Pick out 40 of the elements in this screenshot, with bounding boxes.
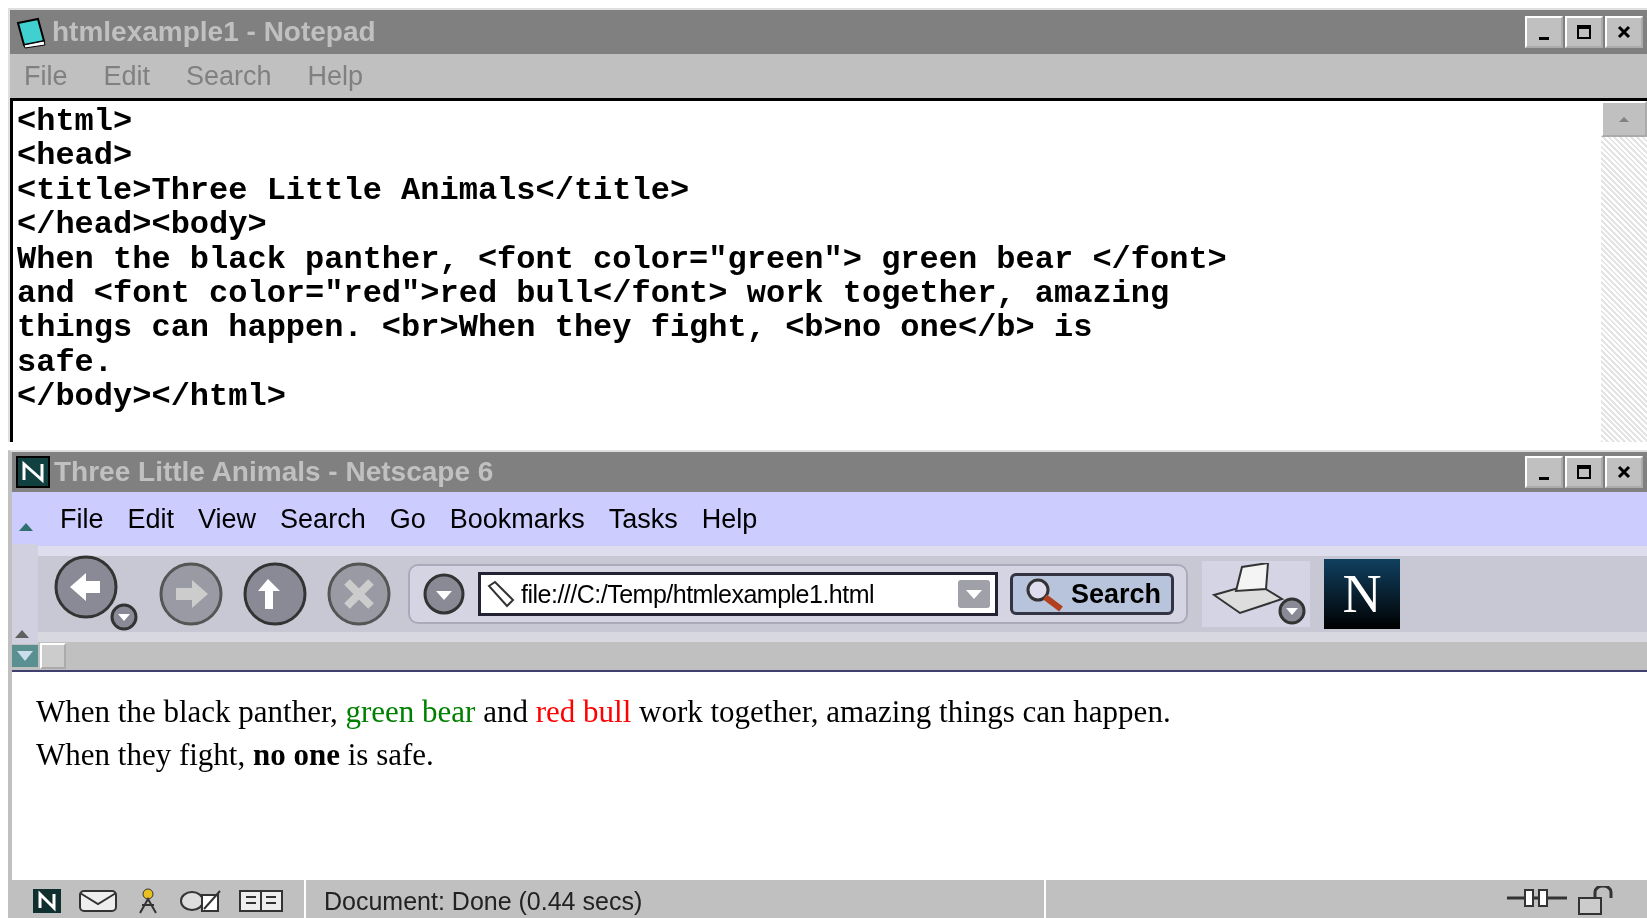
url-field[interactable]: file:///C:/Temp/htmlexample1.html xyxy=(478,572,998,616)
up-arrow-icon xyxy=(1617,114,1631,124)
window-title: Three Little Animals - Netscape 6 xyxy=(54,456,494,488)
address-book-icon[interactable] xyxy=(238,887,284,915)
minimize-icon xyxy=(1539,36,1549,40)
browser-icon[interactable] xyxy=(32,888,62,914)
minimize-button[interactable] xyxy=(1525,456,1563,488)
notepad-icon xyxy=(14,15,48,49)
menu-item[interactable]: File xyxy=(60,503,104,535)
maximize-icon xyxy=(1576,464,1592,480)
mail-icon[interactable] xyxy=(78,888,118,914)
paragraph: When they fight, no one is safe. xyxy=(36,736,435,774)
menu-item[interactable]: Search xyxy=(280,503,366,535)
minimize-icon xyxy=(1539,476,1549,480)
menu-item[interactable]: Bookmarks xyxy=(449,503,585,535)
close-button[interactable] xyxy=(1605,456,1643,488)
menu-item[interactable]: View xyxy=(198,503,257,535)
close-icon xyxy=(1616,24,1632,40)
menu-item[interactable]: Edit xyxy=(127,503,175,535)
close-icon xyxy=(1616,464,1632,480)
menu-item[interactable]: Help xyxy=(701,503,758,535)
browser-icon xyxy=(16,456,50,488)
dropdown-icon xyxy=(422,572,466,616)
maximize-icon xyxy=(1576,24,1592,40)
maximize-button[interactable] xyxy=(1565,16,1603,48)
menu-item[interactable]: Go xyxy=(389,503,426,535)
scrollbar[interactable] xyxy=(1601,101,1647,442)
dropdown-icon xyxy=(957,579,991,609)
search-button[interactable]: Search xyxy=(1010,573,1175,615)
paragraph: When the black panther, green bear and red bull work together, amazing things can happen. xyxy=(36,693,1172,731)
menu-item[interactable]: Tasks xyxy=(608,503,678,535)
status-text: Document: Done (0.44 secs) xyxy=(306,880,1046,918)
browser-logo: N xyxy=(1324,559,1401,629)
print-button[interactable] xyxy=(1202,561,1311,627)
history-dropdown-button[interactable] xyxy=(422,572,466,616)
maximize-button[interactable] xyxy=(1565,456,1603,488)
close-button[interactable] xyxy=(1605,16,1643,48)
minimize-button[interactable] xyxy=(1525,16,1563,48)
window-title: htmlexample1 - Notepad xyxy=(52,16,376,48)
plug-icon xyxy=(1505,886,1569,910)
